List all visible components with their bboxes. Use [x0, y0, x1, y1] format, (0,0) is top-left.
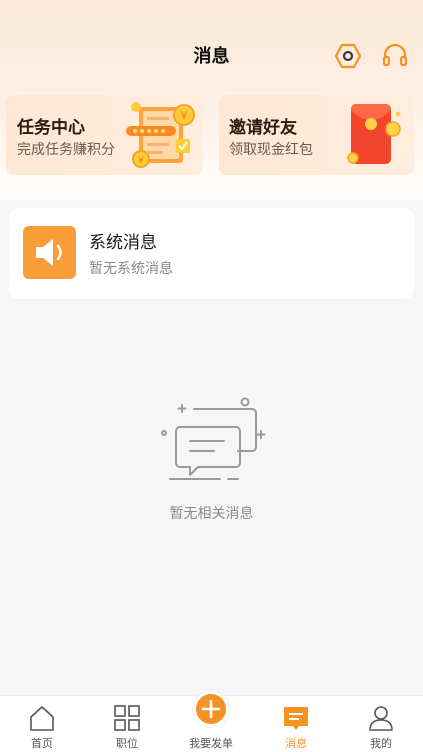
- tab-messages[interactable]: 消息: [254, 696, 338, 752]
- system-message-title: 系统消息: [89, 233, 157, 253]
- plus-icon: [201, 699, 221, 719]
- task-center-subtitle: 完成任务赚积分: [17, 142, 115, 158]
- user-icon: [369, 706, 393, 731]
- empty-state-text: 暂无相关消息: [169, 506, 254, 522]
- tab-profile-label: 我的: [370, 737, 392, 750]
- grid-icon: [114, 705, 140, 731]
- tab-home-label: 首页: [31, 737, 53, 750]
- tab-post-order-label: 我要发单: [189, 737, 233, 750]
- customer-service-icon[interactable]: [381, 42, 409, 70]
- svg-text:¥: ¥: [181, 109, 188, 122]
- header: 消息: [0, 0, 423, 92]
- tab-profile[interactable]: 我的: [339, 696, 423, 752]
- empty-chat-illustration: [161, 397, 266, 480]
- tab-positions[interactable]: 职位: [85, 696, 169, 752]
- message-icon: [284, 707, 308, 730]
- post-order-button[interactable]: [193, 691, 229, 727]
- tab-messages-label: 消息: [285, 737, 307, 750]
- home-icon: [30, 706, 54, 731]
- task-center-card[interactable]: 任务中心 完成任务赚积分 ¥ ¥: [6, 95, 203, 175]
- svg-text:¥: ¥: [138, 156, 144, 166]
- task-list-coins-icon: ¥ ¥: [126, 102, 195, 168]
- invite-friends-subtitle: 领取现金红包: [229, 142, 313, 158]
- red-envelope-icon: [347, 104, 401, 164]
- invite-friends-card[interactable]: 邀请好友 领取现金红包: [219, 95, 414, 175]
- system-message-subtitle: 暂无系统消息: [89, 261, 173, 277]
- tab-positions-label: 职位: [116, 737, 138, 750]
- system-message-item[interactable]: 系统消息 暂无系统消息: [9, 208, 414, 299]
- invite-friends-title: 邀请好友: [229, 118, 297, 138]
- tab-home[interactable]: 首页: [0, 696, 84, 752]
- speaker-icon: [36, 239, 62, 266]
- task-center-title: 任务中心: [17, 118, 85, 138]
- settings-icon[interactable]: [334, 42, 362, 70]
- system-message-icon-bg: [23, 226, 76, 279]
